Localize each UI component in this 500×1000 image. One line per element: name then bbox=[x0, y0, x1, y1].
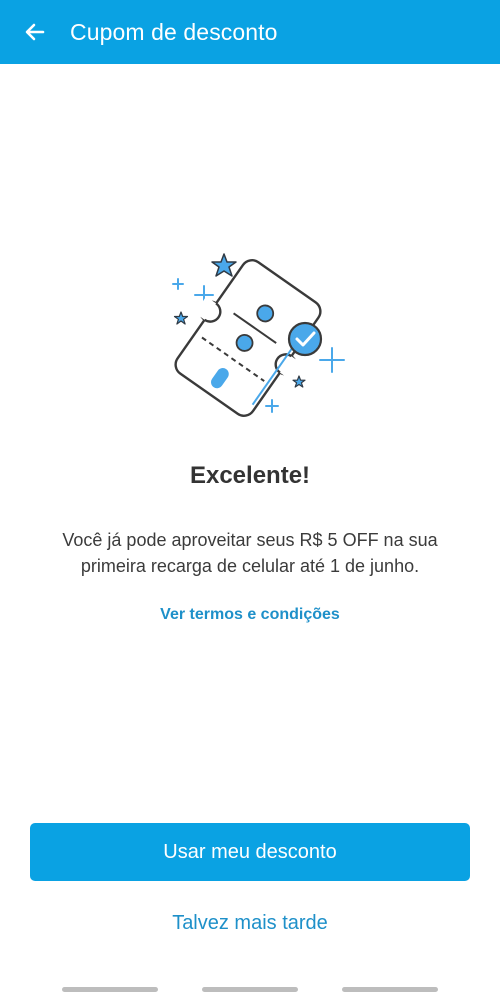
page-title: Cupom de desconto bbox=[70, 18, 278, 45]
nav-back-handle[interactable] bbox=[342, 987, 438, 992]
success-heading: Excelente! bbox=[189, 462, 311, 489]
terms-link[interactable]: Ver termos e condições bbox=[0, 606, 500, 624]
coupon-screen: Cupom de desconto Excelente! Você já pod… bbox=[0, 0, 500, 1000]
maybe-later-button[interactable]: Talvez mais tarde bbox=[30, 900, 470, 946]
nav-recents-handle[interactable] bbox=[62, 987, 158, 992]
back-button[interactable] bbox=[0, 0, 70, 64]
discount-ticket-icon bbox=[172, 253, 345, 417]
use-discount-button[interactable]: Usar meu desconto bbox=[30, 823, 470, 881]
nav-home-handle[interactable] bbox=[202, 987, 298, 992]
arrow-left-icon bbox=[25, 23, 45, 41]
app-bar: Cupom de desconto bbox=[0, 0, 500, 64]
system-navigation-bar bbox=[0, 978, 500, 1000]
discount-message: Você já pode aproveitar seus R$ 5 OFF na… bbox=[62, 530, 438, 576]
